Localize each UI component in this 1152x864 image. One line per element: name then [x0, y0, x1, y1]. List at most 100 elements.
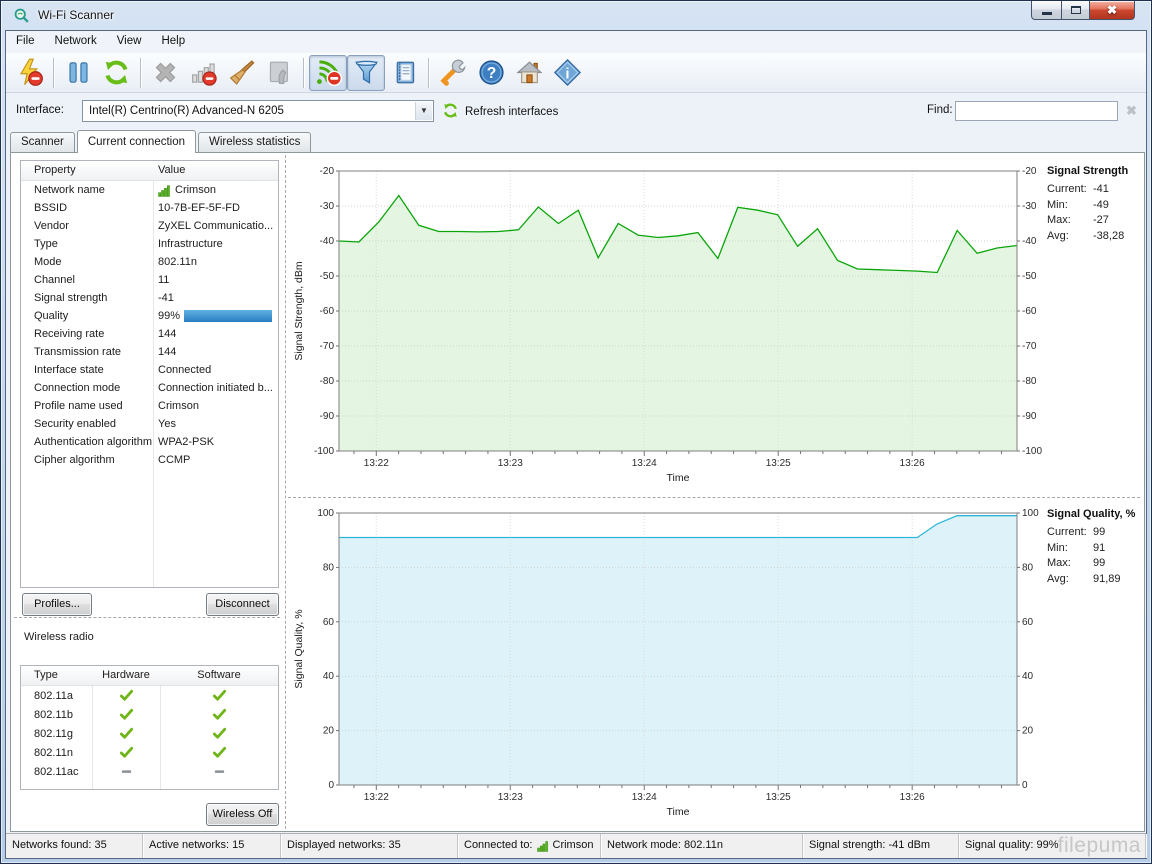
disconnect-button[interactable]: Disconnect — [206, 593, 279, 616]
check-icon — [119, 745, 134, 760]
property-row[interactable]: Authentication algorithmWPA2-PSK — [21, 433, 278, 451]
svg-text:-80: -80 — [320, 376, 335, 387]
property-row[interactable]: Cipher algorithmCCMP — [21, 451, 278, 469]
hide-inactive-networks-button[interactable] — [184, 55, 222, 91]
property-row[interactable]: Transmission rate144 — [21, 343, 278, 361]
svg-text:13:23: 13:23 — [498, 458, 523, 469]
svg-text:-30: -30 — [320, 201, 335, 212]
svg-text:-40: -40 — [320, 236, 335, 247]
value-column-header[interactable]: Value — [153, 161, 278, 180]
property-column-header[interactable]: Property — [21, 161, 153, 180]
settings-button[interactable] — [434, 55, 472, 91]
property-row[interactable]: Quality99% — [21, 307, 278, 325]
maximize-button[interactable] — [1061, 1, 1089, 20]
menu-view[interactable]: View — [107, 31, 152, 53]
check-icon — [119, 707, 134, 722]
notebook-icon — [390, 58, 419, 87]
property-row[interactable]: Signal strength-41 — [21, 289, 278, 307]
interface-value: Intel(R) Centrino(R) Advanced-N 6205 — [89, 105, 284, 117]
tab-scanner[interactable]: Scanner — [10, 132, 75, 152]
svg-text:-60: -60 — [1022, 306, 1037, 317]
property-value: Crimson — [153, 181, 278, 199]
property-row[interactable]: Interface stateConnected — [21, 361, 278, 379]
tab-strip: ScannerCurrent connectionWireless statis… — [10, 130, 313, 152]
left-dashed-divider — [14, 617, 280, 618]
signal-strength-stat-max: Max:-27 — [1047, 213, 1144, 229]
stat-value: 99 — [1093, 556, 1105, 572]
signal-green-icon — [158, 184, 171, 197]
interface-select[interactable]: Intel(R) Centrino(R) Advanced-N 6205 ▼ — [82, 100, 434, 122]
hardware-column-header[interactable]: Hardware — [92, 666, 160, 685]
property-name: Security enabled — [21, 415, 153, 433]
signal-strength-stat-current: Current:-41 — [1047, 182, 1144, 198]
wireless-off-button[interactable]: Wireless Off — [206, 803, 279, 826]
property-row[interactable]: BSSID10-7B-EF-5F-FD — [21, 199, 278, 217]
chevron-down-icon[interactable]: ▼ — [415, 102, 432, 120]
wireless-radio-row[interactable]: 802.11b — [21, 705, 278, 724]
svg-text:-20: -20 — [320, 166, 335, 177]
signal-quality-stat-avg: Avg:91,89 — [1047, 572, 1144, 588]
minimize-button[interactable] — [1031, 1, 1061, 20]
stat-label: Min: — [1047, 198, 1093, 214]
refresh-icon — [442, 102, 459, 122]
status-bar: Networks found: 35Active networks: 15Dis… — [6, 833, 1146, 858]
refresh-interfaces-button[interactable]: Refresh interfaces — [442, 102, 558, 122]
profiles-button[interactable]: Profiles... — [22, 593, 92, 616]
property-row[interactable]: Network nameCrimson — [21, 181, 278, 199]
property-row[interactable]: Profile name usedCrimson — [21, 397, 278, 415]
wireless-radio-row[interactable]: 802.11a — [21, 686, 278, 705]
disconnect-network-button[interactable] — [10, 55, 48, 91]
signal-stop-icon — [189, 58, 218, 87]
title-bar[interactable]: Wi-Fi Scanner ✖ — [1, 1, 1151, 30]
pause-scanning-button[interactable] — [59, 55, 97, 91]
property-row[interactable]: Receiving rate144 — [21, 325, 278, 343]
wireless-radio-row[interactable]: 802.11g — [21, 724, 278, 743]
property-row[interactable]: Mode802.11n — [21, 253, 278, 271]
interface-label: Interface: — [16, 104, 64, 116]
stat-label: Avg: — [1047, 572, 1093, 588]
page-hand-icon — [265, 58, 294, 87]
svg-text:100: 100 — [317, 508, 334, 519]
wireless-radio-row[interactable]: 802.11ac — [21, 762, 278, 781]
software-column-header[interactable]: Software — [160, 666, 278, 685]
stat-label: Current: — [1047, 182, 1093, 198]
type-column-header[interactable]: Type — [21, 666, 92, 685]
property-row[interactable]: Channel11 — [21, 271, 278, 289]
find-input[interactable] — [955, 101, 1118, 121]
property-row[interactable]: Connection modeConnection initiated b... — [21, 379, 278, 397]
property-value: CCMP — [153, 451, 278, 469]
menu-file[interactable]: File — [6, 31, 45, 53]
close-button[interactable]: ✖ — [1089, 1, 1135, 20]
svg-text:-70: -70 — [1022, 341, 1037, 352]
wireless-radio-row[interactable]: 802.11n — [21, 743, 278, 762]
filter-networks-button[interactable] — [347, 55, 385, 91]
refresh-scan-button[interactable] — [97, 55, 135, 91]
property-name: Interface state — [21, 361, 153, 379]
help-button[interactable]: ? — [472, 55, 510, 91]
property-row[interactable]: TypeInfrastructure — [21, 235, 278, 253]
clear-network-list-button[interactable] — [222, 55, 260, 91]
tab-wireless-statistics[interactable]: Wireless statistics — [198, 132, 311, 152]
delete-network-button — [146, 55, 184, 91]
check-icon — [119, 688, 134, 703]
property-value: 99% — [153, 307, 278, 325]
tab-current-connection[interactable]: Current connection — [77, 130, 196, 153]
question-icon: ? — [477, 58, 506, 87]
menu-help[interactable]: Help — [151, 31, 195, 53]
network-journal-button[interactable] — [385, 55, 423, 91]
wifi-stop-icon — [314, 58, 343, 87]
property-row[interactable]: VendorZyXEL Communicatio... — [21, 217, 278, 235]
quality-bar — [184, 310, 273, 322]
clear-find-icon[interactable]: ✖ — [1126, 103, 1137, 119]
wifi-scanner-window: Wi-Fi Scanner ✖ FileNetworkViewHelp ? i I… — [0, 0, 1152, 864]
show-disconnected-networks-button[interactable] — [309, 55, 347, 91]
window-controls: ✖ — [1031, 1, 1135, 20]
about-button[interactable]: i — [548, 55, 586, 91]
homepage-button[interactable] — [510, 55, 548, 91]
stat-value: 91 — [1093, 541, 1105, 557]
property-row[interactable]: Security enabledYes — [21, 415, 278, 433]
broom-icon — [227, 58, 256, 87]
check-icon — [212, 707, 227, 722]
property-value: -41 — [153, 289, 278, 307]
menu-network[interactable]: Network — [45, 31, 107, 53]
